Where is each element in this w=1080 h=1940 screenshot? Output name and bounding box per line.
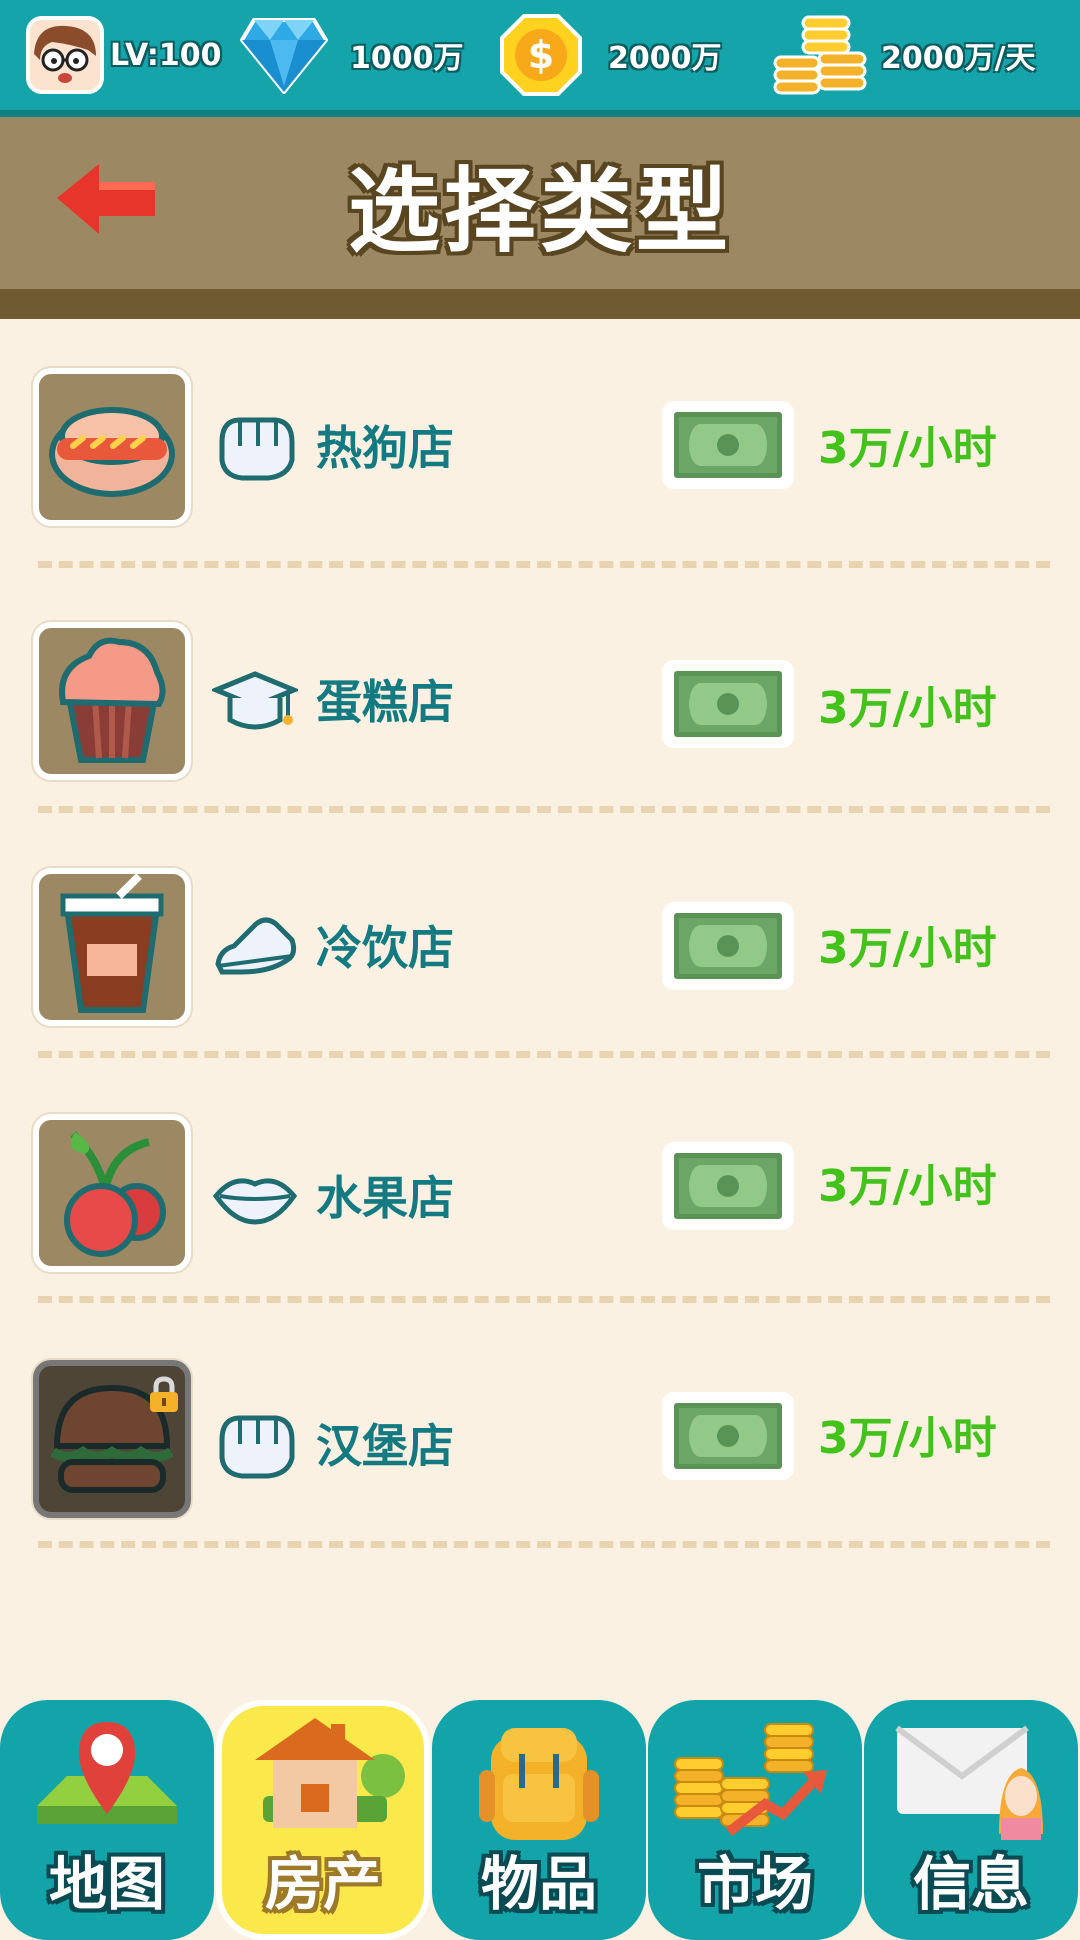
nav-label: 房产 [264, 1850, 381, 1918]
player-level[interactable]: LV:100 [26, 0, 221, 110]
nav-tab-map[interactable]: 地图 [0, 1700, 214, 1940]
income-bill [662, 1142, 794, 1230]
shop-thumbnail [33, 868, 191, 1026]
lips-icon [212, 1178, 298, 1225]
nav-label: 市场 [696, 1850, 813, 1918]
nav-tab-messages[interactable]: 信息 [864, 1700, 1078, 1940]
map-pin-icon [37, 1722, 177, 1824]
hotdog-icon [49, 407, 175, 497]
coin-stack-chart-icon [674, 1723, 827, 1836]
shop-income: 3万/小时 [818, 683, 997, 734]
row-divider [38, 1541, 1050, 1548]
coin-amount: 2000万 [608, 41, 722, 76]
player-avatar-icon [30, 20, 100, 90]
shop-income: 3万/小时 [818, 923, 997, 974]
nav-tab-items[interactable]: 物品 [432, 1700, 646, 1940]
cash-icon [674, 671, 782, 737]
row-divider [38, 561, 1050, 568]
fist-icon [219, 417, 295, 481]
diamond-counter[interactable]: 1000万 [240, 0, 464, 110]
shop-income: 3万/小时 [818, 423, 997, 474]
row-divider [38, 806, 1050, 813]
coin-counter[interactable]: $ 2000万 [500, 0, 722, 110]
shop-name: 蛋糕店 [316, 675, 454, 729]
row-divider [38, 1296, 1050, 1303]
nav-label: 地图 [48, 1850, 165, 1918]
shop-thumbnail [33, 1114, 191, 1272]
shop-row-burger[interactable]: 汉堡店 3万/小时 [0, 1360, 1080, 1530]
nav-label: 信息 [912, 1850, 1029, 1918]
shop-row-fruit[interactable]: 水果店 3万/小时 [0, 1114, 1080, 1284]
shop-thumbnail [33, 368, 191, 526]
house-icon [255, 1718, 405, 1828]
cash-icon [674, 412, 782, 478]
shop-thumbnail-locked [33, 1360, 191, 1518]
sneaker-icon [215, 917, 297, 975]
shop-thumbnail [33, 622, 191, 780]
cash-icon [674, 1403, 782, 1469]
cold-drink-icon [60, 874, 164, 1013]
cash-icon [674, 1153, 782, 1219]
income-rate-text: 2000万/天 [881, 41, 1036, 76]
bottom-nav: 地图 房产 物品 市场 信息 [0, 1700, 1080, 1940]
cherry-icon [64, 1131, 166, 1257]
income-rate[interactable]: 2000万/天 [773, 0, 1035, 110]
shop-name: 热狗店 [316, 421, 454, 475]
mail-icon [895, 1725, 1043, 1840]
nav-tab-property[interactable]: 房产 [216, 1700, 430, 1940]
shop-name: 冷饮店 [316, 921, 454, 975]
shop-name: 水果店 [316, 1171, 454, 1225]
back-arrow-icon [57, 164, 155, 234]
shop-income: 3万/小时 [818, 1413, 997, 1464]
shop-row-hotdog[interactable]: 热狗店 3万/小时 [0, 366, 1080, 536]
coin-icon: $ [500, 14, 582, 96]
diamond-icon [240, 18, 328, 94]
page-title: 选择类型 [347, 157, 732, 265]
lock-icon [150, 1376, 178, 1412]
cupcake-icon [59, 637, 166, 763]
income-bill [662, 401, 794, 489]
backpack-icon [479, 1728, 599, 1840]
coin-stacks-icon [773, 15, 867, 95]
graduation-cap-icon [212, 671, 298, 730]
income-bill [662, 1392, 794, 1480]
income-bill [662, 902, 794, 990]
status-bar: LV:100 1000万 $ 2000万 2000万/天 [0, 0, 1080, 117]
header-shadow-bar [0, 289, 1080, 319]
row-divider [38, 1051, 1050, 1058]
back-button[interactable] [55, 160, 160, 240]
avatar[interactable] [26, 16, 104, 94]
diamond-amount: 1000万 [350, 41, 464, 76]
cash-icon [674, 913, 782, 979]
shop-name: 汉堡店 [316, 1419, 454, 1473]
nav-tab-market[interactable]: 市场 [648, 1700, 862, 1940]
shop-income: 3万/小时 [818, 1161, 997, 1212]
fist-icon [219, 1415, 295, 1479]
svg-text:$: $ [528, 33, 554, 77]
nav-label: 物品 [480, 1850, 597, 1918]
income-bill [662, 660, 794, 748]
level-text: LV:100 [110, 37, 222, 73]
shop-row-cake[interactable]: 蛋糕店 3万/小时 [0, 620, 1080, 790]
shop-row-cold-drink[interactable]: 冷饮店 3万/小时 [0, 866, 1080, 1036]
